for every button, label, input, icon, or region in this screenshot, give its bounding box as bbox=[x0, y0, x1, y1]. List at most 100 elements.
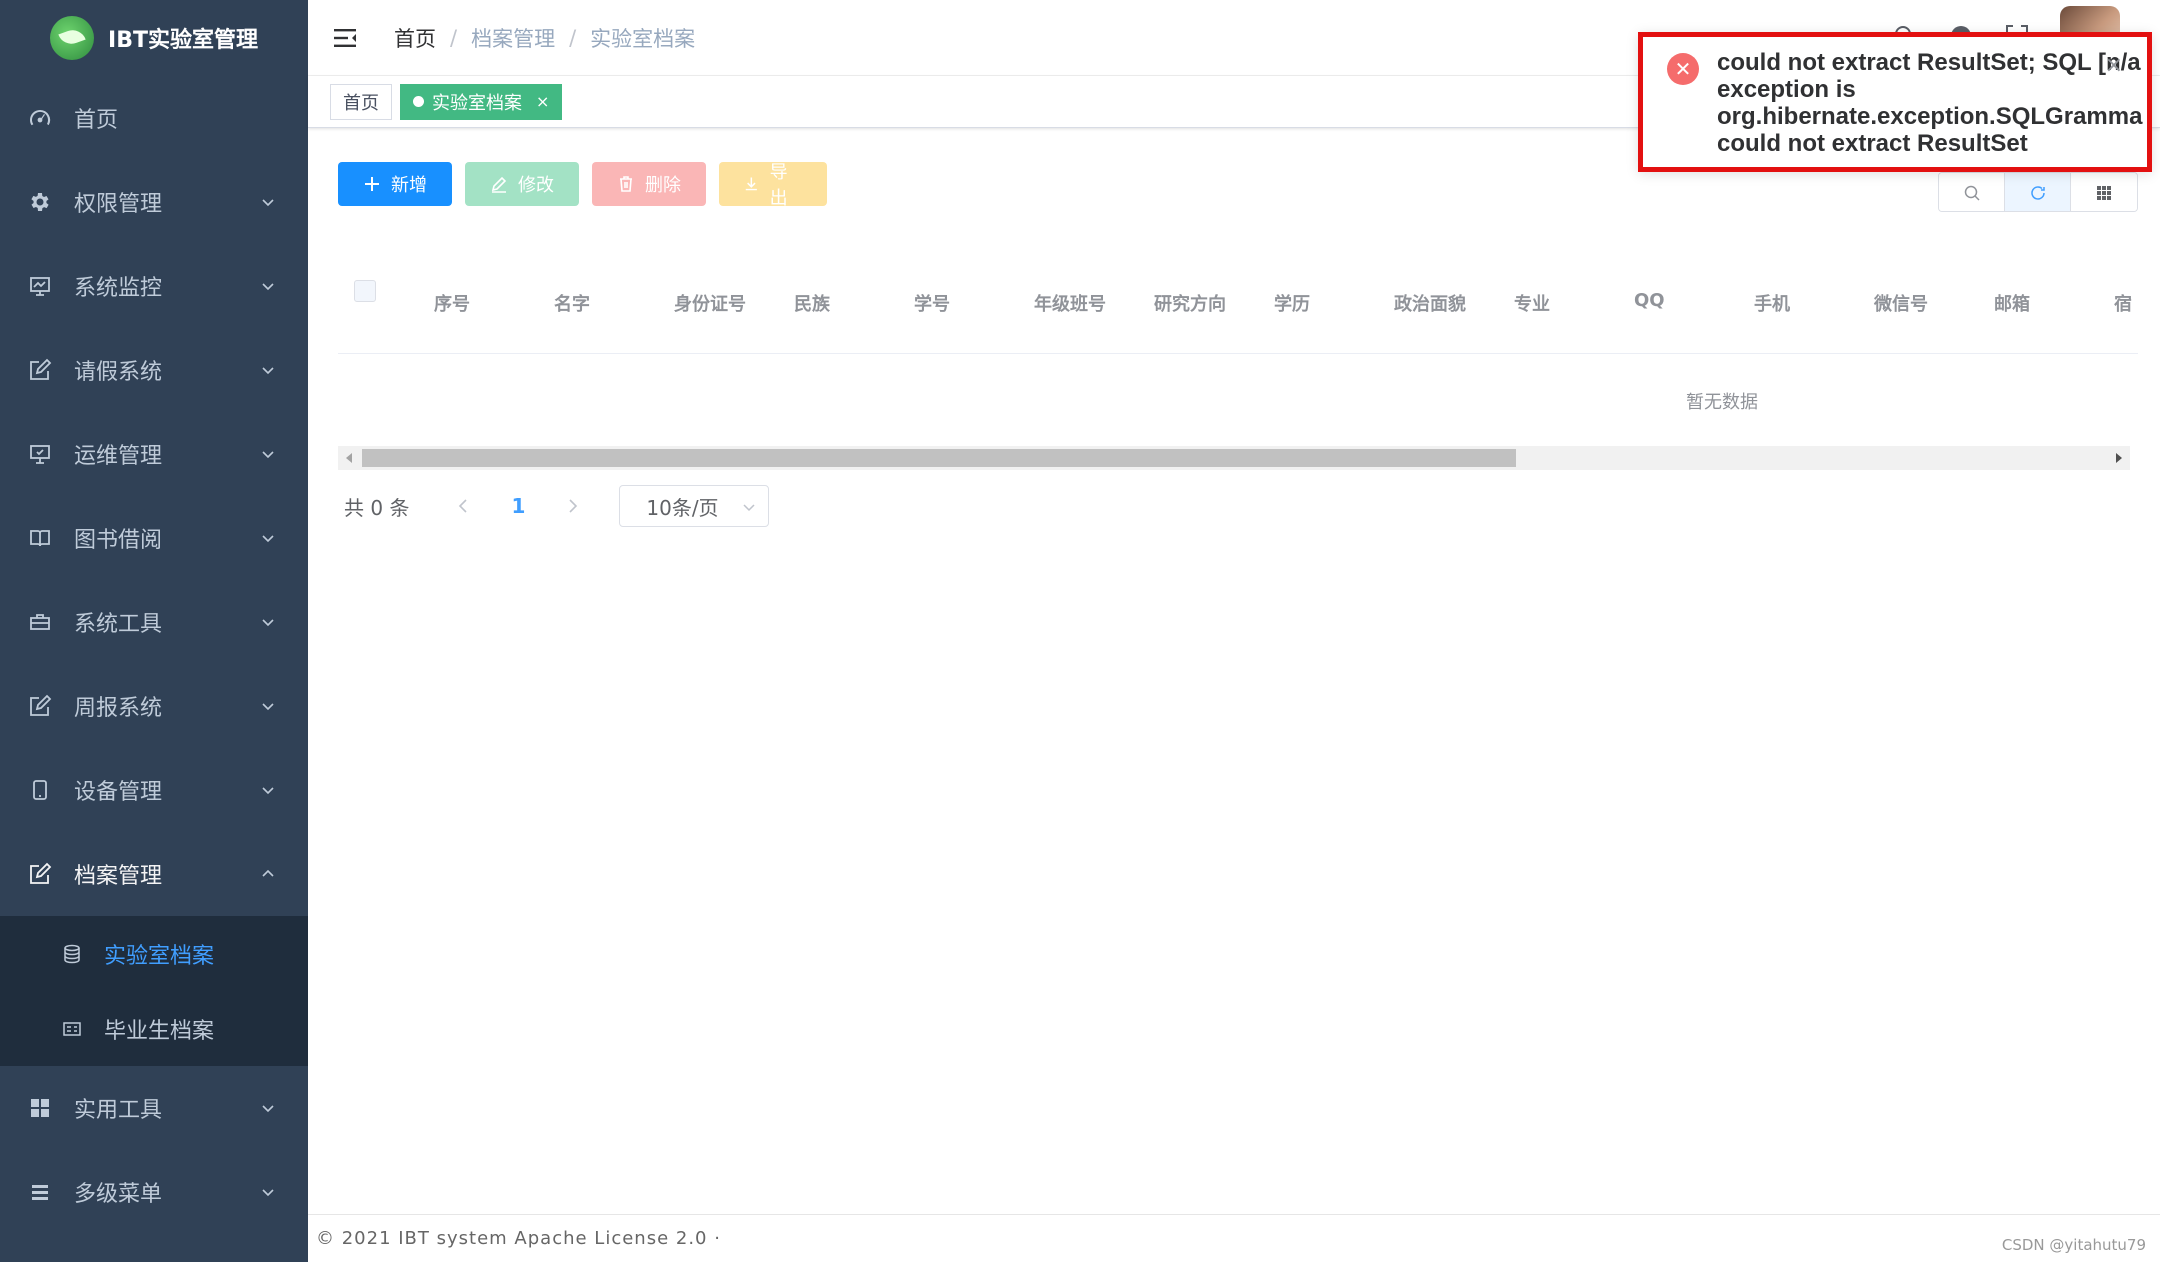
export-button[interactable]: 导出 bbox=[719, 162, 827, 209]
pencil-icon bbox=[491, 176, 507, 193]
database-icon bbox=[64, 944, 80, 963]
breadcrumb-separator: / bbox=[450, 25, 458, 50]
error-message: could not extract ResultSet; SQL [n/a ex… bbox=[1717, 49, 2147, 157]
close-icon[interactable]: × bbox=[536, 92, 549, 111]
logo-text: IBT实验室管理 bbox=[108, 28, 258, 53]
page-size-select[interactable]: 10条/页 bbox=[619, 485, 770, 527]
add-button-label: 新增 bbox=[391, 175, 427, 196]
sidebar-item-leave[interactable]: 请假系统 bbox=[0, 328, 308, 412]
refresh-icon bbox=[2030, 186, 2045, 200]
columns-button[interactable] bbox=[2071, 173, 2137, 211]
edit-icon bbox=[28, 862, 52, 886]
dashboard-icon bbox=[28, 106, 52, 130]
sidebar-item-label: 多级菜单 bbox=[74, 1182, 163, 1207]
grid-icon bbox=[28, 1096, 52, 1120]
chevron-down-icon bbox=[262, 703, 274, 711]
sidebar-item-device[interactable]: 设备管理 bbox=[0, 748, 308, 832]
sidebar-item-label: 毕业生档案 bbox=[104, 1018, 215, 1044]
list-icon bbox=[28, 1180, 52, 1204]
pagination-total: 共 0 条 bbox=[344, 495, 410, 520]
chevron-right-icon[interactable] bbox=[561, 494, 585, 518]
breadcrumb-separator: / bbox=[569, 25, 577, 50]
sidebar-item-home[interactable]: 首页 bbox=[0, 76, 308, 160]
refresh-button[interactable] bbox=[2005, 173, 2071, 211]
sidebar-item-multilevel[interactable]: 多级菜单 bbox=[0, 1150, 308, 1234]
trash-icon bbox=[620, 176, 632, 192]
tag-label: 首页 bbox=[343, 92, 379, 114]
page-number-current[interactable]: 1 bbox=[511, 494, 525, 518]
pagination: 共 0 条 1 10条/页 bbox=[344, 484, 770, 528]
error-message-line: org.hibernate.exception.SQLGramma bbox=[1717, 103, 2143, 130]
archive-submenu: 实验室档案 毕业生档案 bbox=[0, 916, 308, 1066]
tag-home[interactable]: 首页 bbox=[330, 83, 392, 120]
scroll-left-icon[interactable] bbox=[346, 453, 352, 463]
edit-button-label: 修改 bbox=[518, 175, 554, 196]
error-notification: ✕ could not extract ResultSet; SQL [n/a … bbox=[1638, 32, 2152, 172]
sidebar-item-lab-archive[interactable]: 实验室档案 bbox=[0, 916, 308, 991]
sidebar-item-ops[interactable]: 运维管理 bbox=[0, 412, 308, 496]
search-icon bbox=[1964, 185, 1980, 201]
sidebar-item-label: 档案管理 bbox=[74, 864, 163, 889]
chevron-down-icon bbox=[262, 451, 274, 459]
edit-icon bbox=[28, 694, 52, 718]
watermark: CSDN @yitahutu79 bbox=[2001, 1236, 2146, 1254]
sidebar-item-permission[interactable]: 权限管理 bbox=[0, 160, 308, 244]
edit-icon bbox=[28, 358, 52, 382]
leaf-logo-icon bbox=[50, 16, 95, 60]
error-message-line: exception is bbox=[1717, 76, 1856, 103]
chevron-down-icon bbox=[262, 535, 274, 543]
delete-button[interactable]: 删除 bbox=[592, 162, 706, 206]
close-icon[interactable]: × bbox=[2105, 53, 2123, 78]
sidebar-item-label: 周报系统 bbox=[74, 696, 163, 721]
book-icon bbox=[28, 526, 52, 550]
sidebar-item-weekly[interactable]: 周报系统 bbox=[0, 664, 308, 748]
chevron-down-icon bbox=[262, 1189, 274, 1197]
scroll-right-icon[interactable] bbox=[2116, 453, 2122, 463]
error-icon: ✕ bbox=[1667, 53, 1699, 85]
sidebar-item-label: 运维管理 bbox=[74, 444, 163, 469]
delete-button-label: 删除 bbox=[645, 175, 681, 196]
sidebar-item-label: 首页 bbox=[74, 108, 119, 133]
plus-icon bbox=[365, 177, 379, 191]
horizontal-scrollbar[interactable] bbox=[338, 446, 2130, 470]
tag-lab-archive[interactable]: 实验室档案 × bbox=[400, 83, 563, 120]
sidebar: IBT实验室管理 首页 权限管理 系统监控 请假系统 运维管理 图书借阅 系统工… bbox=[0, 0, 308, 1262]
logo[interactable]: IBT实验室管理 bbox=[0, 0, 308, 76]
tag-label: 实验室档案 bbox=[432, 92, 522, 114]
sidebar-item-library[interactable]: 图书借阅 bbox=[0, 496, 308, 580]
breadcrumb-item-lab-archive: 实验室档案 bbox=[590, 26, 696, 51]
sidebar-item-label: 系统监控 bbox=[74, 276, 163, 301]
sidebar-item-utilities[interactable]: 实用工具 bbox=[0, 1066, 308, 1150]
sidebar-item-graduate-archive[interactable]: 毕业生档案 bbox=[0, 991, 308, 1066]
sidebar-item-label: 请假系统 bbox=[74, 360, 163, 385]
sidebar-item-label: 系统工具 bbox=[74, 612, 163, 637]
sidebar-item-tools[interactable]: 系统工具 bbox=[0, 580, 308, 664]
breadcrumb: 首页 / 档案管理 / 实验室档案 bbox=[394, 23, 695, 53]
hamburger-icon[interactable] bbox=[332, 24, 360, 52]
sidebar-item-monitor[interactable]: 系统监控 bbox=[0, 244, 308, 328]
sidebar-item-label: 图书借阅 bbox=[74, 528, 163, 553]
sidebar-item-archive[interactable]: 档案管理 bbox=[0, 832, 308, 916]
phone-icon bbox=[28, 778, 52, 802]
chevron-left-icon[interactable] bbox=[451, 494, 475, 518]
chevron-down-icon bbox=[262, 1105, 274, 1113]
toolbar: 新增 修改 删除 导出 bbox=[338, 162, 827, 209]
edit-button[interactable]: 修改 bbox=[465, 162, 579, 206]
export-button-label: 导出 bbox=[769, 162, 788, 209]
toolbox-icon bbox=[28, 610, 52, 634]
breadcrumb-item-home[interactable]: 首页 bbox=[394, 23, 436, 53]
toggle-search-button[interactable] bbox=[1939, 173, 2005, 211]
sidebar-item-label: 实用工具 bbox=[74, 1098, 163, 1123]
error-message-line: could not extract ResultSet bbox=[1717, 130, 2028, 157]
add-button[interactable]: 新增 bbox=[338, 162, 452, 206]
chevron-down-icon bbox=[262, 787, 274, 795]
chevron-down-icon bbox=[262, 199, 274, 207]
page-size-value: 10条/页 bbox=[646, 495, 719, 520]
sidebar-item-label: 设备管理 bbox=[74, 780, 163, 805]
form-icon bbox=[63, 1021, 81, 1036]
scrollbar-thumb[interactable] bbox=[362, 449, 1516, 467]
gear-icon bbox=[28, 190, 52, 214]
error-message-line: could not extract ResultSet; SQL [n/a bbox=[1717, 49, 2141, 76]
chevron-up-icon bbox=[262, 869, 274, 877]
chevron-down-icon bbox=[262, 619, 274, 627]
